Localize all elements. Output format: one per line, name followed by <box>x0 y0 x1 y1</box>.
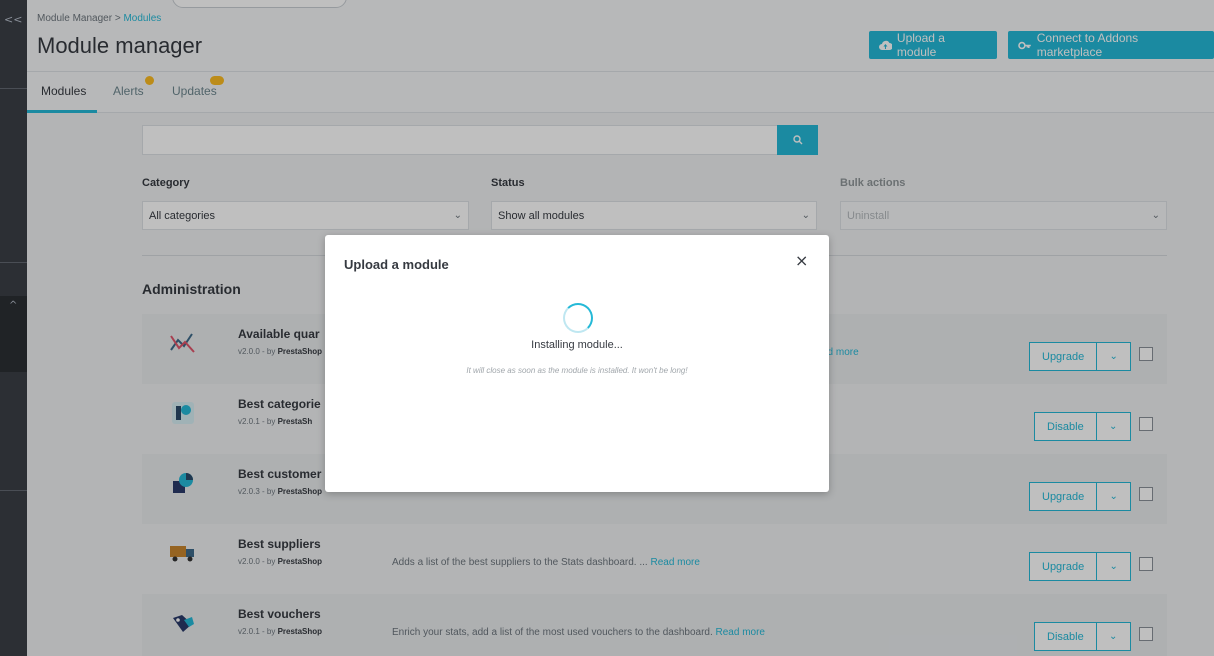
rail-divider <box>0 490 27 491</box>
upload-module-modal: Upload a module × Installing module... I… <box>325 235 829 492</box>
rail-divider <box>0 88 27 89</box>
rail-divider <box>0 262 27 263</box>
collapse-sidebar-icon[interactable]: << <box>4 13 22 26</box>
install-status-text: Installing module... <box>531 339 623 351</box>
loading-spinner-icon <box>563 303 593 333</box>
sidebar-active-section[interactable]: ^ <box>0 296 27 372</box>
chevron-up-icon: ^ <box>9 300 18 311</box>
close-icon[interactable]: × <box>795 251 808 270</box>
sidebar-rail: << ^ <box>0 0 27 656</box>
modal-title: Upload a module <box>344 257 449 272</box>
install-hint-text: It will close as soon as the module is i… <box>466 366 688 375</box>
